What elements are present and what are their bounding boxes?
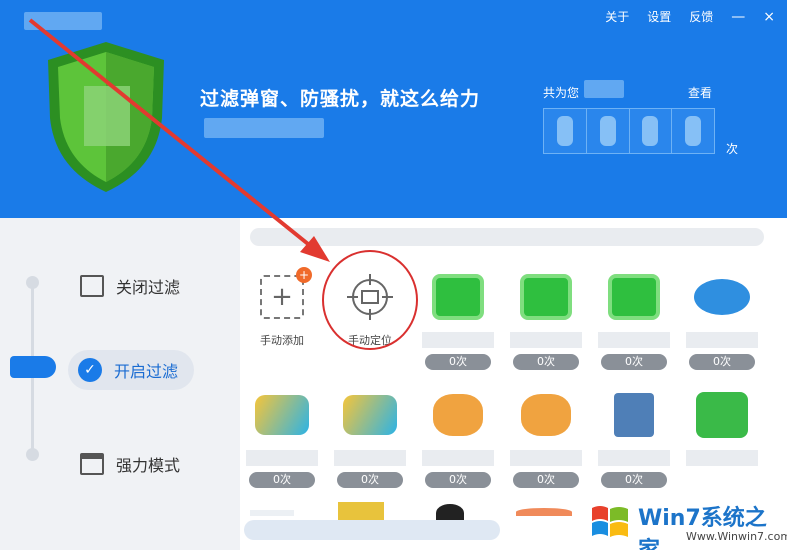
watermark-logo: Win7系统之家 Www.Winwin7.com (586, 498, 787, 550)
windows-flag-icon (592, 506, 628, 537)
annotation-arrow (28, 18, 330, 262)
bottom-bar-blurred (244, 520, 500, 540)
watermark-url: Www.Winwin7.com (686, 530, 787, 543)
